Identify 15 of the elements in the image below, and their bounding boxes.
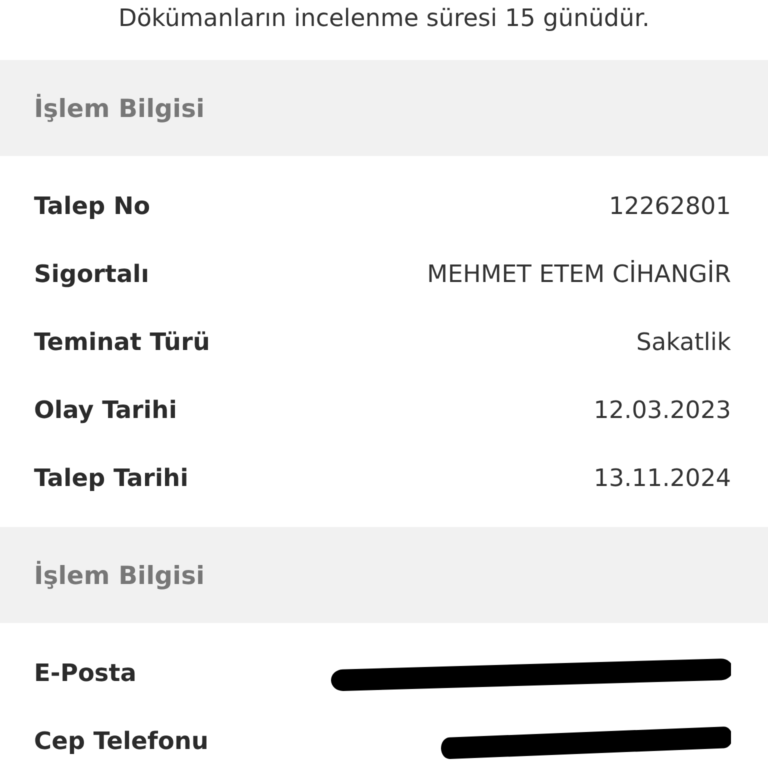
notice-text: Dökümanların incelenme süresi 15 günüdür. (117, 3, 651, 34)
field-value: 13.11.2024 (594, 464, 731, 492)
field-label: Cep Telefonu (34, 727, 208, 755)
field-value: 12.03.2023 (594, 396, 731, 424)
field-label: Olay Tarihi (34, 396, 177, 424)
field-label: Sigortalı (34, 260, 150, 288)
field-label: E-Posta (34, 659, 136, 687)
field-label: Talep No (34, 192, 150, 220)
section-title: İşlem Bilgisi (34, 94, 205, 122)
field-value: Sakatlik (636, 328, 731, 356)
field-value: MEHMET ETEM CİHANGİR (426, 260, 731, 288)
field-label: Talep Tarihi (34, 464, 188, 492)
field-value: 12262801 (608, 192, 731, 220)
section-title: İşlem Bilgisi (34, 560, 205, 590)
field-label: Teminat Türü (34, 328, 210, 356)
